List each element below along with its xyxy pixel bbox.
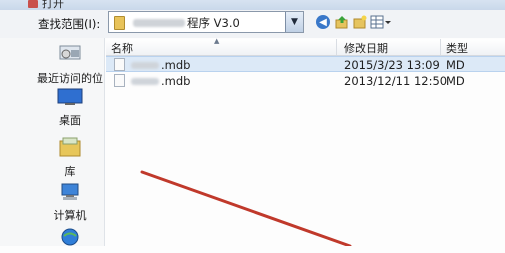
annotation-arrow [140,170,352,246]
